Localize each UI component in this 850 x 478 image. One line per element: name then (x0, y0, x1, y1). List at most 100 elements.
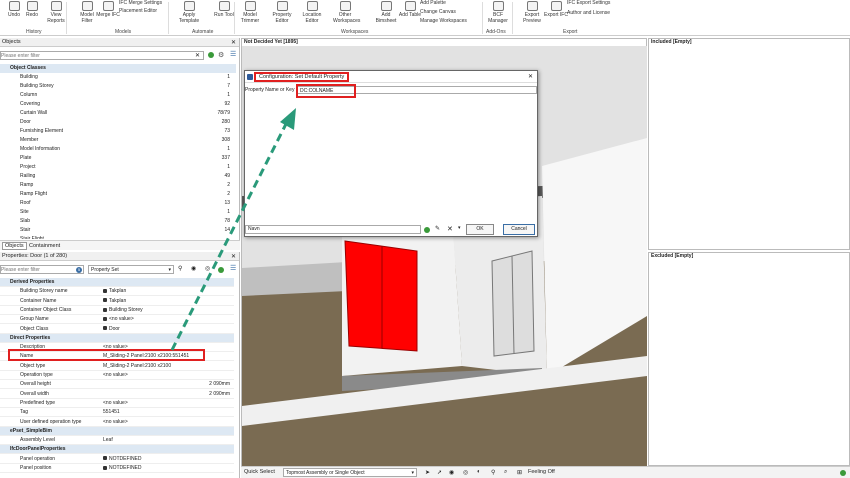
table-row[interactable]: User defined operation type <no value> (0, 418, 234, 427)
property-editor-button[interactable]: Property Editor (270, 1, 294, 24)
property-value[interactable]: NOTDEFINED (103, 464, 142, 473)
add-table-button[interactable]: Add Table (398, 1, 422, 18)
group-history: History (26, 29, 42, 35)
list-item[interactable]: Building Storey 7 (0, 82, 236, 91)
list-item[interactable]: Column 1 (0, 91, 236, 100)
list-item[interactable]: Object Classes (0, 64, 236, 73)
property-value[interactable]: <no value> (103, 399, 128, 408)
location-editor-button[interactable]: Location Editor (300, 1, 324, 24)
selected-door[interactable] (344, 240, 418, 352)
bcf-manager-button[interactable]: BCF Manager (486, 1, 510, 24)
table-row[interactable]: Overall width 2 090mm (0, 390, 234, 399)
ribbon-button-label: Property Editor (272, 12, 292, 24)
cursor-icon[interactable]: ➤ (425, 469, 430, 476)
property-value[interactable]: 551451 (103, 408, 120, 417)
excluded-title: Excluded [Empty] (651, 253, 694, 259)
property-value-text: 2 090mm (209, 390, 230, 397)
property-value[interactable]: M_Sliding-2 Panel:2100 x2100 (103, 362, 171, 371)
table-row[interactable]: Overall height 2 090mm (0, 380, 234, 390)
placement-editor-link[interactable]: Placement Editor (119, 8, 157, 14)
objects-title: Objects (0, 38, 239, 47)
table-row[interactable]: Panel operation NOTDEFINED (0, 455, 234, 464)
merge-ifc-button[interactable]: Merge IFC (96, 1, 120, 18)
author-license-link[interactable]: Author and License (567, 10, 610, 16)
other-workspaces-button[interactable]: Other Workspaces (333, 1, 360, 24)
ok-button[interactable]: OK (466, 224, 494, 235)
property-value[interactable]: Takplan (103, 297, 126, 306)
redo-button[interactable]: Redo (20, 1, 44, 18)
export-preview-button[interactable]: Export Preview (520, 1, 544, 24)
tab-objects[interactable]: Objects (2, 242, 27, 250)
add-icon[interactable] (208, 52, 214, 58)
property-value[interactable]: <no value> (103, 371, 128, 380)
pin-icon[interactable]: ⚲ (491, 469, 495, 476)
property-value[interactable]: Door (103, 325, 120, 334)
group-models: Models (115, 29, 132, 35)
edit-icon[interactable]: ✎ (435, 225, 440, 232)
ifc-export-settings-link[interactable]: IFC Export Settings (567, 0, 610, 6)
view-reports-button[interactable]: View Reports (44, 1, 68, 24)
property-value[interactable]: 2 090mm (209, 390, 230, 399)
apply-template-button[interactable]: Apply Template (177, 1, 201, 24)
run-tool-button[interactable]: Run Tool (212, 1, 236, 18)
property-value[interactable]: Building Storey (103, 306, 143, 315)
table-row[interactable]: Assembly Level Leaf (0, 436, 234, 446)
export-ifc-button[interactable]: Export IFC (544, 1, 568, 18)
property-value[interactable]: Leaf (103, 436, 113, 445)
chevron-down-icon[interactable]: ▾ (458, 225, 461, 231)
property-key-label: Property Name or Key (245, 87, 295, 93)
hide-icon[interactable]: ◎ (463, 469, 468, 476)
eye-icon[interactable]: ◉ (449, 469, 454, 476)
list-item-name: Column (20, 92, 38, 98)
measure-icon[interactable]: ⊞ (517, 469, 522, 476)
clear-filter-icon[interactable]: ✕ (195, 52, 200, 59)
property-value[interactable]: <no value> (103, 418, 128, 427)
table-row[interactable]: ePset_SimpleBim (0, 426, 234, 436)
manage-workspaces-link[interactable]: Manage Workspaces (420, 18, 467, 24)
property-name: Container Name (20, 297, 57, 304)
group-export: Export (563, 29, 578, 35)
tab-containment[interactable]: Containment (29, 243, 60, 249)
add-icon[interactable] (424, 227, 430, 233)
change-canvas-link[interactable]: Change Canvas (420, 9, 456, 15)
delete-icon[interactable]: ✕ (447, 225, 453, 233)
close-icon[interactable]: ✕ (528, 73, 533, 80)
ribbon-button-label: Export Preview (523, 12, 541, 24)
property-name: Tag (20, 409, 29, 416)
included-panel: Included [Empty] (648, 38, 850, 250)
list-item-count: 7 (227, 83, 230, 89)
property-value[interactable]: NOTDEFINED (103, 455, 142, 464)
add-bimsheet-button[interactable]: Add Bimsheet (374, 1, 398, 24)
lock-icon (103, 456, 107, 461)
list-item[interactable]: Building 1 (0, 73, 236, 82)
cancel-button[interactable]: Cancel (503, 224, 535, 235)
pointer-icon[interactable]: ➚ (437, 469, 442, 476)
settings-icon[interactable]: ⚙ (218, 51, 224, 59)
property-value[interactable]: 2 090mm (209, 380, 230, 389)
table-row[interactable]: Operation type <no value> (0, 371, 234, 380)
connection-status-icon (840, 470, 846, 476)
add-palette-link[interactable]: Add Palette (420, 0, 446, 6)
isolate-icon[interactable]: ◐ (477, 469, 481, 475)
table-row[interactable]: Object type M_Sliding-2 Panel:2100 x2100 (0, 362, 234, 371)
selection-mode-select[interactable]: Topmost Assembly or Single Object ▾ (283, 468, 417, 477)
property-key-input[interactable]: DC:COLNAME (296, 84, 356, 98)
menu-icon[interactable]: ☰ (230, 50, 236, 58)
ribbon-button-label: Apply Template (178, 12, 200, 24)
group-addons: Add-Ons (486, 29, 506, 35)
property-value-text: <no value> (103, 399, 128, 406)
property-value[interactable]: <no value> (103, 315, 134, 324)
search-icon[interactable]: ⌕ (504, 469, 507, 476)
properties-filter-input[interactable] (1, 266, 69, 273)
objects-filter-input[interactable] (1, 52, 191, 59)
ifc-merge-settings-link[interactable]: IFC Merge Settings (119, 0, 162, 6)
app-icon (247, 74, 253, 80)
table-row[interactable]: Panel position NOTDEFINED (0, 464, 234, 473)
close-icon[interactable]: ✕ (231, 39, 236, 46)
model-trimmer-button[interactable]: Model Trimmer (238, 1, 262, 24)
list-item-name: Building Storey (20, 83, 54, 89)
table-row[interactable]: Tag 551451 (0, 408, 234, 418)
property-value[interactable]: Takplan (103, 287, 126, 296)
table-row[interactable]: Predefined type <no value> (0, 399, 234, 408)
table-row[interactable]: IfcDoorPanelProperties (0, 445, 234, 455)
